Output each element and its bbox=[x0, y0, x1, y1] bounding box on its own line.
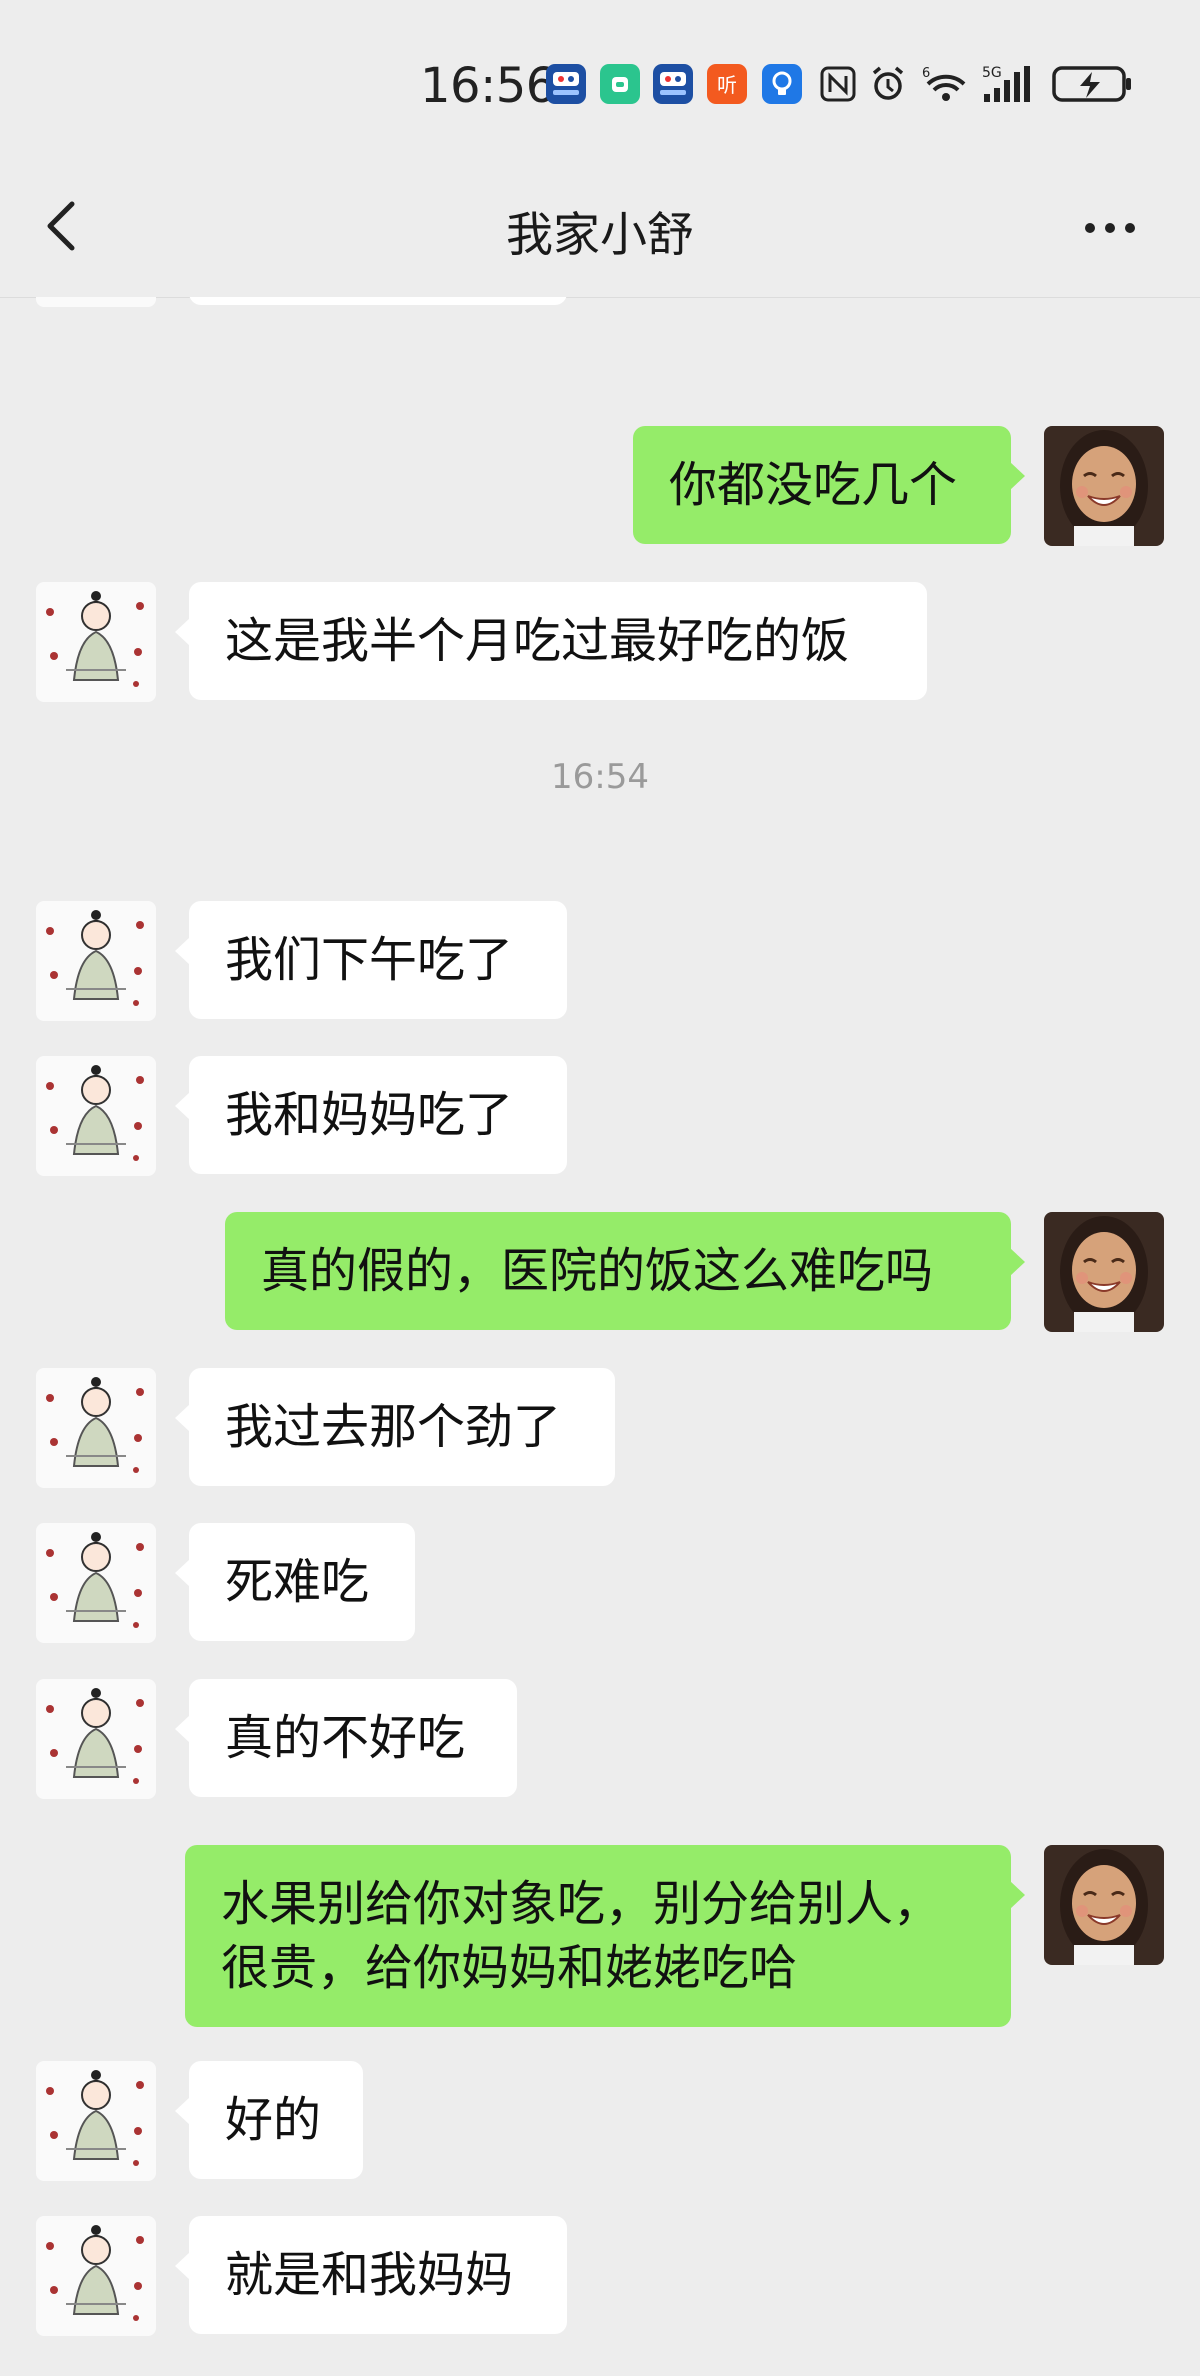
incoming-message-bubble[interactable]: 我们下午吃了 bbox=[175, 901, 567, 1019]
outgoing-message-bubble[interactable]: 真的假的，医院的饭这么难吃吗 bbox=[225, 1212, 1025, 1330]
contact-avatar[interactable] bbox=[36, 901, 156, 1021]
incoming-message-bubble[interactable]: 我和妈妈吃了 bbox=[175, 1056, 567, 1174]
my-avatar[interactable] bbox=[1044, 1212, 1164, 1332]
contact-avatar[interactable] bbox=[36, 1523, 156, 1643]
svg-text:5G: 5G bbox=[982, 65, 1002, 81]
status-time: 16:56 bbox=[420, 58, 556, 114]
listen-app-icon: 听 bbox=[707, 64, 747, 104]
svg-text:听: 听 bbox=[717, 73, 737, 97]
alarm-icon bbox=[868, 64, 908, 104]
incoming-message-bubble[interactable]: 谢谢你的水饺 bbox=[189, 297, 567, 305]
outgoing-message-bubble[interactable]: 水果别给你对象吃，别分给别人， 很贵，给你妈妈和姥姥吃哈 bbox=[185, 1845, 1025, 2027]
contact-avatar[interactable] bbox=[36, 2061, 156, 2181]
message-list[interactable]: 谢谢你的水饺你都没吃几个这是我半个月吃过最好吃的饭 16:54 我们下午吃了我和妈妈… bbox=[0, 297, 1200, 2376]
incoming-message-bubble[interactable]: 真的不好吃 bbox=[175, 1679, 517, 1797]
lenovo-app-icon bbox=[546, 64, 586, 104]
contact-avatar[interactable] bbox=[36, 2216, 156, 2336]
mi-home-icon bbox=[600, 64, 640, 104]
message-timestamp: 16:54 bbox=[551, 757, 649, 797]
contact-avatar[interactable] bbox=[36, 582, 156, 702]
svg-text:6: 6 bbox=[922, 66, 930, 81]
chat-title: 我家小舒 bbox=[506, 208, 694, 263]
incoming-message-bubble[interactable]: 就是和我妈妈 bbox=[175, 2216, 567, 2334]
contact-avatar[interactable] bbox=[36, 297, 156, 307]
battery-charging-icon bbox=[1052, 64, 1134, 104]
5g-signal-icon: 5G bbox=[980, 64, 1040, 104]
incoming-message-bubble[interactable]: 我过去那个劲了 bbox=[175, 1368, 615, 1486]
bulb-app-icon bbox=[762, 64, 802, 104]
my-avatar[interactable] bbox=[1044, 426, 1164, 546]
my-avatar[interactable] bbox=[1044, 1845, 1164, 1965]
contact-avatar[interactable] bbox=[36, 1056, 156, 1176]
more-dots-icon[interactable] bbox=[1080, 208, 1140, 248]
contact-avatar[interactable] bbox=[36, 1679, 156, 1799]
lenovo-app-icon bbox=[653, 64, 693, 104]
nfc-icon bbox=[818, 64, 858, 104]
incoming-message-bubble[interactable]: 好的 bbox=[175, 2061, 363, 2179]
contact-avatar[interactable] bbox=[36, 1368, 156, 1488]
status-bar: 16:56 听 6 5G bbox=[0, 0, 1200, 150]
wifi-icon: 6 bbox=[918, 64, 974, 104]
outgoing-message-bubble[interactable]: 你都没吃几个 bbox=[633, 426, 1025, 544]
incoming-message-bubble[interactable]: 这是我半个月吃过最好吃的饭 bbox=[175, 582, 927, 700]
incoming-message-bubble[interactable]: 死难吃 bbox=[175, 1523, 415, 1641]
chat-header: 我家小舒 bbox=[0, 150, 1200, 298]
